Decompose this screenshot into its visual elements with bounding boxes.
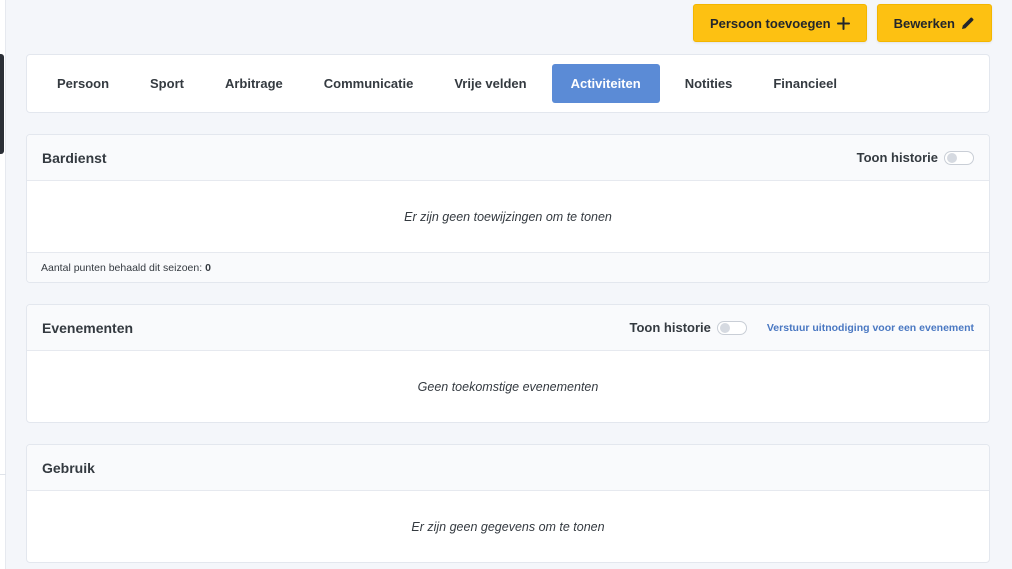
tab-vrije-velden[interactable]: Vrije velden [438, 64, 542, 103]
sidebar-edge [0, 0, 6, 569]
tab-communicatie[interactable]: Communicatie [308, 64, 430, 103]
bardienst-title: Bardienst [42, 149, 107, 166]
tab-activiteiten[interactable]: Activiteiten [551, 64, 660, 103]
bardienst-footer: Aantal punten behaald dit seizoen: 0 [27, 252, 989, 282]
invite-event-link[interactable]: Verstuur uitnodiging voor een evenement [767, 322, 974, 334]
evenementen-history-toggle[interactable] [716, 320, 747, 335]
sidebar-divider [0, 474, 6, 475]
evenementen-title: Evenementen [42, 319, 134, 336]
evenementen-history-label: Toon historie [629, 320, 711, 335]
pencil-icon [961, 16, 975, 30]
bardienst-history-toggle[interactable] [944, 150, 974, 165]
gebruik-header: Gebruik [27, 445, 989, 491]
tab-sport[interactable]: Sport [134, 64, 200, 103]
gebruik-card: Gebruik Er zijn geen gegevens om te tone… [26, 444, 990, 563]
evenementen-history: Toon historie [630, 320, 747, 335]
edit-button[interactable]: Bewerken [876, 4, 992, 42]
evenementen-header: Evenementen Toon historie Verstuur uitno… [27, 305, 989, 351]
points-label: Aantal punten behaald dit seizoen: [41, 261, 203, 274]
tab-bar: Persoon Sport Arbitrage Communicatie Vri… [26, 54, 990, 113]
add-person-label: Persoon toevoegen [709, 15, 831, 31]
plus-icon [836, 16, 850, 30]
page-actions: Persoon toevoegen Bewerken [692, 4, 992, 42]
evenementen-empty-text: Geen toekomstige evenementen [417, 379, 599, 394]
bardienst-card: Bardienst Toon historie Er zijn geen toe… [26, 134, 990, 283]
bardienst-empty-text: Er zijn geen toewijzingen om te tonen [404, 209, 612, 224]
gebruik-empty-text: Er zijn geen gegevens om te tonen [411, 519, 605, 534]
toggle-knob [947, 152, 957, 163]
bardienst-header: Bardienst Toon historie [27, 135, 989, 181]
evenementen-card: Evenementen Toon historie Verstuur uitno… [26, 304, 990, 423]
edit-label: Bewerken [893, 15, 955, 31]
bardienst-history-label: Toon historie [856, 150, 938, 165]
add-person-button[interactable]: Persoon toevoegen [692, 4, 867, 42]
toggle-knob [719, 322, 730, 333]
tab-notities[interactable]: Notities [669, 64, 749, 103]
sidebar-active-strip [0, 54, 4, 154]
tab-financieel[interactable]: Financieel [757, 64, 853, 103]
gebruik-title: Gebruik [42, 459, 95, 476]
points-value: 0 [205, 261, 211, 274]
tab-arbitrage[interactable]: Arbitrage [209, 64, 299, 103]
bardienst-history: Toon historie [857, 150, 974, 165]
page: Persoon toevoegen Bewerken Persoon Sport… [0, 0, 1012, 569]
tab-persoon[interactable]: Persoon [41, 64, 125, 103]
